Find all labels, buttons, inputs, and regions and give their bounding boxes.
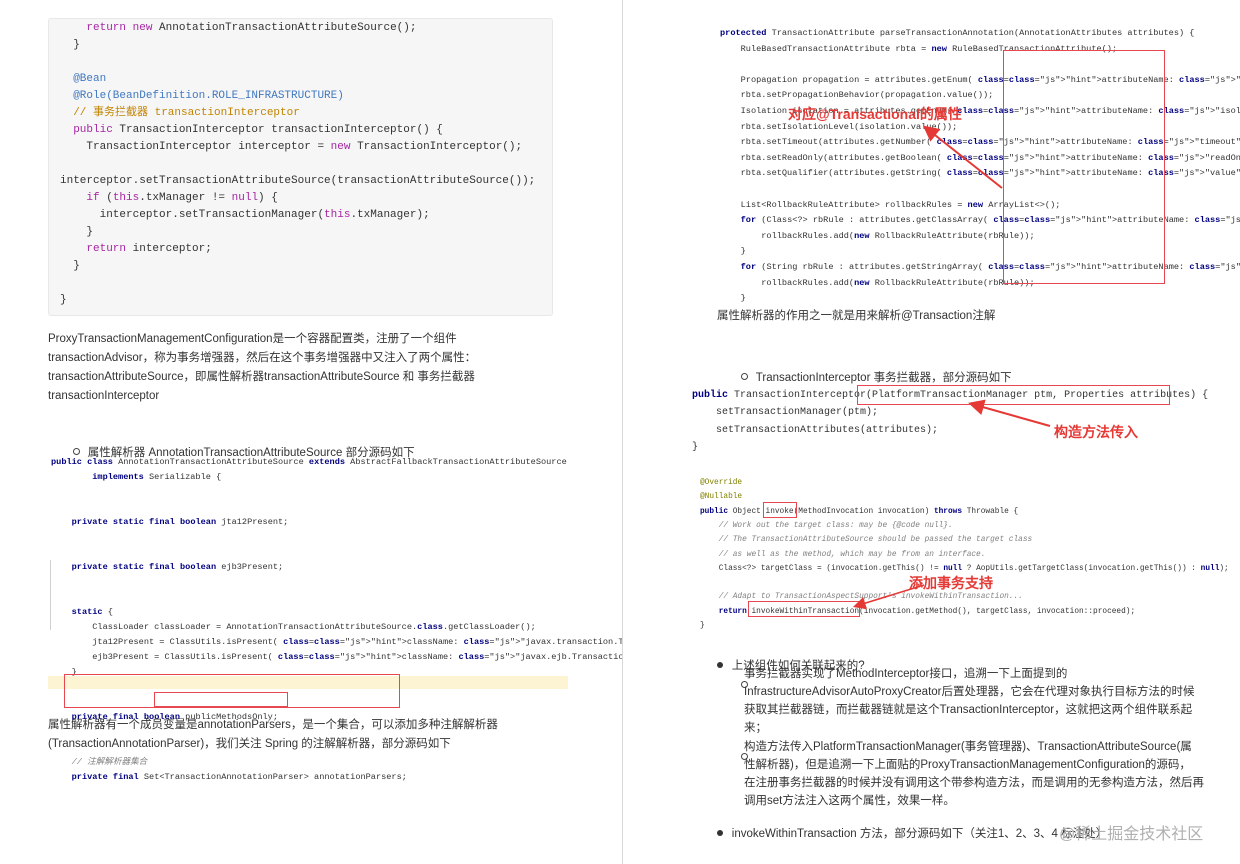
arrow-attrs — [922, 125, 1003, 189]
config-paragraph-line: transactionAttributeSource，即属性解析器transac… — [48, 371, 475, 383]
parser-paragraph-line: 属性解析器有一个成员变量是annotationParsers，是一个集合，可以添… — [48, 719, 498, 731]
attribute-source-code-line: private final Set<TransactionAnnotationP… — [71, 772, 407, 782]
attribute-source-code-line: public class AnnotationTransactionAttrib… — [51, 457, 567, 467]
parser-paragraph-line: (TransactionAnnotationParser)，我们关注 Sprin… — [48, 738, 451, 750]
config-code-line: interceptor.setTransactionAttributeSourc… — [60, 175, 536, 187]
config-paragraph-line: ProxyTransactionManagementConfiguration是… — [48, 333, 457, 345]
arrow-tx — [852, 584, 925, 610]
attribute-source-code-line: private static final boolean jta12Presen… — [71, 517, 289, 527]
config-code-line: TransactionInterceptor interceptor = new… — [60, 141, 523, 153]
config-code-line: } — [60, 39, 80, 51]
page-divider — [622, 0, 623, 864]
attribute-source-code-line: // 注解解析器集合 — [51, 757, 148, 767]
annotation-arrows — [852, 125, 1051, 610]
config-code-line: if (this.txManager != null) { — [86, 192, 278, 204]
config-code-line: } — [60, 294, 67, 306]
attribute-source-code-line: ejb3Present = ClassUtils.isPresent( clas… — [51, 652, 622, 662]
config-code-block — [48, 18, 553, 316]
config-code-line: return new AnnotationTransactionAttribut… — [86, 22, 417, 34]
config-code-line: } — [60, 260, 80, 272]
attribute-source-code-line: jta12Present = ClassUtils.isPresent( cla… — [51, 637, 622, 647]
config-code-line: interceptor.setTransactionManager(this.t… — [60, 209, 430, 221]
config-code-line: // 事务拦截器 transactionInterceptor — [60, 107, 300, 119]
config-paragraph-line: transactionInterceptor — [48, 390, 160, 402]
parser-type-highlight-box — [154, 692, 288, 707]
config-code-line: @Role(BeanDefinition.ROLE_INFRASTRUCTURE… — [60, 90, 344, 102]
right-page: protected TransactionAttribute parseTran… — [624, 0, 1240, 864]
attribute-source-code-line: static { — [71, 607, 113, 617]
left-page: return new AnnotationTransactionAttribut… — [0, 0, 622, 864]
config-paragraph-line: transactionAdvisor，称为事务增强器，然后在这个事务增强器中又注… — [48, 352, 477, 364]
arrow-ctor — [968, 399, 1051, 427]
config-code-line: return interceptor; — [86, 243, 212, 255]
attribute-source-code-line: implements Serializable { — [92, 472, 222, 482]
bullet-icon — [72, 448, 80, 455]
attribute-source-code-line: ClassLoader classLoader = AnnotationTran… — [51, 622, 536, 632]
attribute-source-code-line: private static final boolean ejb3Present… — [71, 562, 284, 572]
config-code-line: @Bean — [60, 73, 107, 85]
config-code-line: } — [60, 226, 94, 238]
config-code-line: public TransactionInterceptor transactio… — [73, 124, 443, 136]
